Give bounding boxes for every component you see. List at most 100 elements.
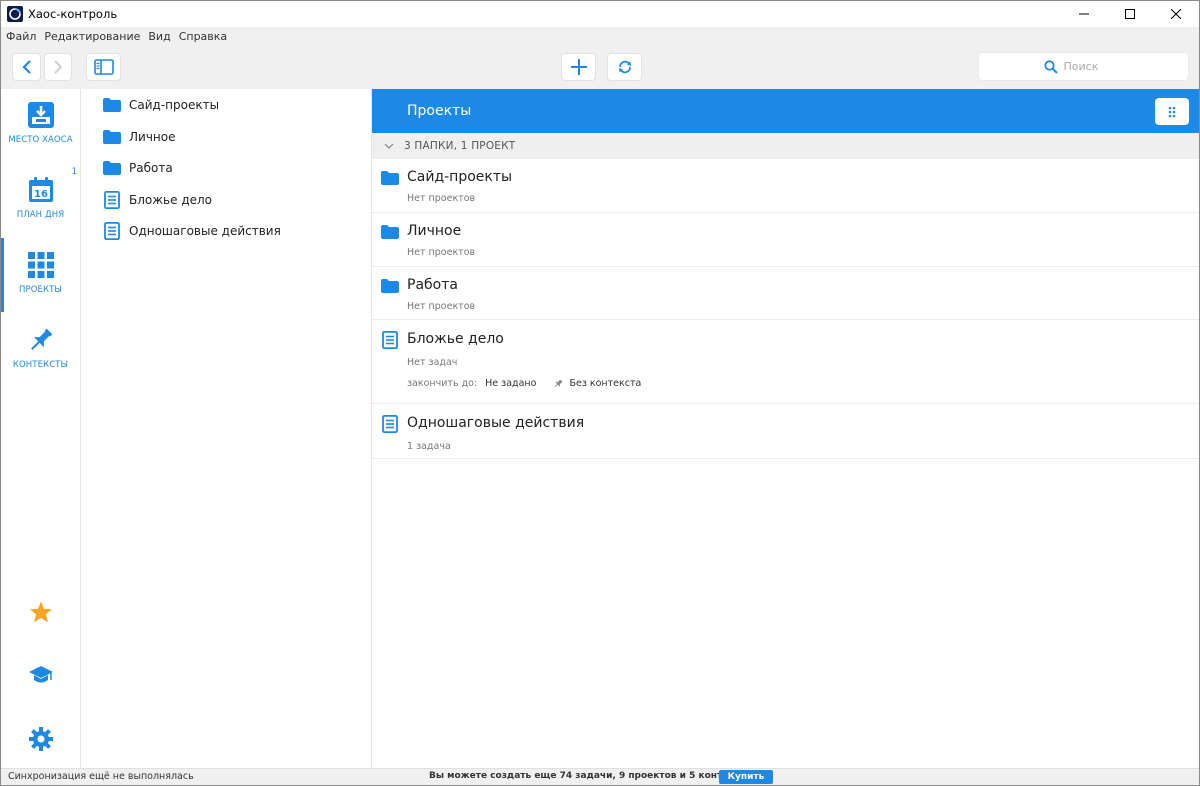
title-bar: Хаос-контроль	[1, 1, 1199, 27]
list-item[interactable]: Сайд-проекты Нет проектов	[372, 159, 1199, 213]
inbox-icon	[27, 102, 54, 128]
learning-button[interactable]	[1, 663, 80, 687]
maximize-icon	[1125, 9, 1135, 19]
folder-icon	[381, 225, 399, 239]
list-item[interactable]: Работа Нет проектов	[372, 267, 1199, 320]
view-options-button[interactable]	[1155, 98, 1189, 125]
main-header: Проекты	[372, 89, 1199, 133]
graduation-cap-icon	[28, 666, 53, 683]
search-icon	[1043, 59, 1058, 74]
rail-item-projects[interactable]: ПРОЕКТЫ	[1, 238, 80, 312]
minimize-icon	[1079, 13, 1089, 15]
tree-item-personal[interactable]: Личное	[103, 126, 175, 148]
grid-icon	[27, 252, 54, 278]
favorites-button[interactable]	[1, 600, 80, 624]
tree-item-single-actions[interactable]: Одношаговые действия	[103, 220, 281, 242]
tree-item-label: Личное	[129, 130, 176, 144]
calendar-icon: 16	[28, 177, 53, 202]
main-panel: Проекты 3 ПАПКИ, 1 ПРОЕКТ Сайд-проекты Н…	[372, 89, 1199, 768]
add-button[interactable]	[561, 53, 596, 81]
folder-icon	[103, 130, 121, 144]
group-header[interactable]: 3 ПАПКИ, 1 ПРОЕКТ	[372, 133, 1199, 159]
document-icon	[104, 191, 120, 209]
deadline-value[interactable]: Не задано	[485, 378, 536, 389]
tree-item-label: Сайд-проекты	[129, 98, 220, 112]
item-meta: закончить до: Не задано Без контекста	[407, 378, 641, 389]
close-icon	[1171, 9, 1181, 19]
chevron-down-icon	[384, 143, 394, 149]
window-title: Хаос-контроль	[28, 7, 118, 21]
tree-item-label: Одношаговые действия	[129, 224, 281, 238]
item-subtitle: Нет задач	[407, 357, 458, 368]
item-subtitle: Нет проектов	[407, 301, 476, 312]
sidebar-panel-icon	[93, 59, 114, 75]
item-name: Сайд-проекты	[407, 169, 513, 185]
rail-item-inbox[interactable]: МЕСТО ХАОСА	[1, 101, 80, 175]
nav-rail: МЕСТО ХАОСА 16 ПЛАН ДНЯ 1 ПРОЕКТЫ КОНТЕК…	[1, 89, 81, 768]
document-icon	[382, 415, 398, 433]
folder-icon	[103, 98, 121, 112]
document-icon	[382, 331, 398, 349]
list-item[interactable]: Одношаговые действия 1 задача	[372, 404, 1199, 459]
status-bar: Синхронизация ещё не выполнялась Вы може…	[1, 768, 1199, 785]
tree-item-label: Работа	[129, 161, 173, 175]
promo-text: Вы можете создать еще 74 задачи, 9 проек…	[429, 771, 757, 781]
folder-icon	[103, 161, 121, 175]
forward-button[interactable]	[44, 53, 72, 81]
rail-label: МЕСТО ХАОСА	[8, 135, 73, 145]
sync-button[interactable]	[607, 53, 642, 81]
tree-item-blog[interactable]: Бложье дело	[103, 189, 212, 211]
search-input[interactable]	[1063, 60, 1124, 73]
calendar-day: 16	[34, 189, 48, 200]
context-value[interactable]: Без контекста	[569, 378, 641, 389]
deadline-label: закончить до:	[407, 378, 478, 389]
item-name: Одношаговые действия	[407, 415, 585, 431]
chevron-left-icon	[21, 60, 31, 74]
back-button[interactable]	[12, 53, 41, 81]
list-item[interactable]: Бложье дело Нет задач закончить до: Не з…	[372, 320, 1199, 404]
pin-icon	[555, 379, 563, 388]
toolbar	[1, 45, 1199, 89]
document-icon	[104, 222, 120, 240]
folder-icon	[381, 279, 399, 293]
buy-button[interactable]: Купить	[719, 770, 773, 784]
pin-icon	[30, 328, 52, 350]
rail-item-contexts[interactable]: КОНТЕКСТЫ	[1, 326, 80, 400]
item-subtitle: 1 задача	[407, 441, 451, 452]
close-button[interactable]	[1153, 1, 1199, 27]
list-item[interactable]: Личное Нет проектов	[372, 213, 1199, 267]
item-subtitle: Нет проектов	[407, 193, 476, 204]
tree-item-side-projects[interactable]: Сайд-проекты	[103, 94, 219, 116]
item-name: Работа	[407, 277, 458, 293]
menu-edit[interactable]: Редактирование	[44, 30, 140, 43]
chevron-right-icon	[54, 60, 63, 74]
project-tree: Сайд-проекты Личное Работа Бложье дело О…	[81, 89, 372, 768]
gear-icon	[28, 727, 53, 751]
tree-item-work[interactable]: Работа	[103, 157, 173, 179]
app-logo-icon	[7, 6, 23, 22]
sync-status: Синхронизация ещё не выполнялась	[8, 771, 194, 782]
folder-icon	[381, 171, 399, 185]
minimize-button[interactable]	[1061, 1, 1107, 27]
plus-icon	[570, 59, 587, 75]
menu-help[interactable]: Справка	[179, 30, 227, 43]
star-icon	[29, 601, 52, 623]
menu-file[interactable]: Файл	[6, 30, 36, 43]
maximize-button[interactable]	[1107, 1, 1153, 27]
page-title: Проекты	[407, 103, 472, 119]
rail-label: КОНТЕКСТЫ	[12, 360, 69, 370]
item-subtitle: Нет проектов	[407, 247, 476, 258]
group-label: 3 ПАПКИ, 1 ПРОЕКТ	[404, 140, 516, 152]
item-name: Бложье дело	[407, 331, 504, 347]
settings-button[interactable]	[1, 726, 80, 752]
menu-view[interactable]: Вид	[148, 30, 170, 43]
item-name: Личное	[407, 223, 462, 239]
app-window: Хаос-контроль Файл Редактирование Вид Сп…	[0, 0, 1200, 786]
search-box[interactable]	[978, 52, 1189, 81]
dots-grid-icon	[1168, 106, 1176, 117]
toggle-sidebar-button[interactable]	[86, 53, 121, 81]
day-plan-badge: 1	[71, 167, 77, 177]
rail-label: ПРОЕКТЫ	[18, 285, 62, 295]
tree-item-label: Бложье дело	[129, 193, 213, 207]
refresh-icon	[618, 60, 631, 74]
